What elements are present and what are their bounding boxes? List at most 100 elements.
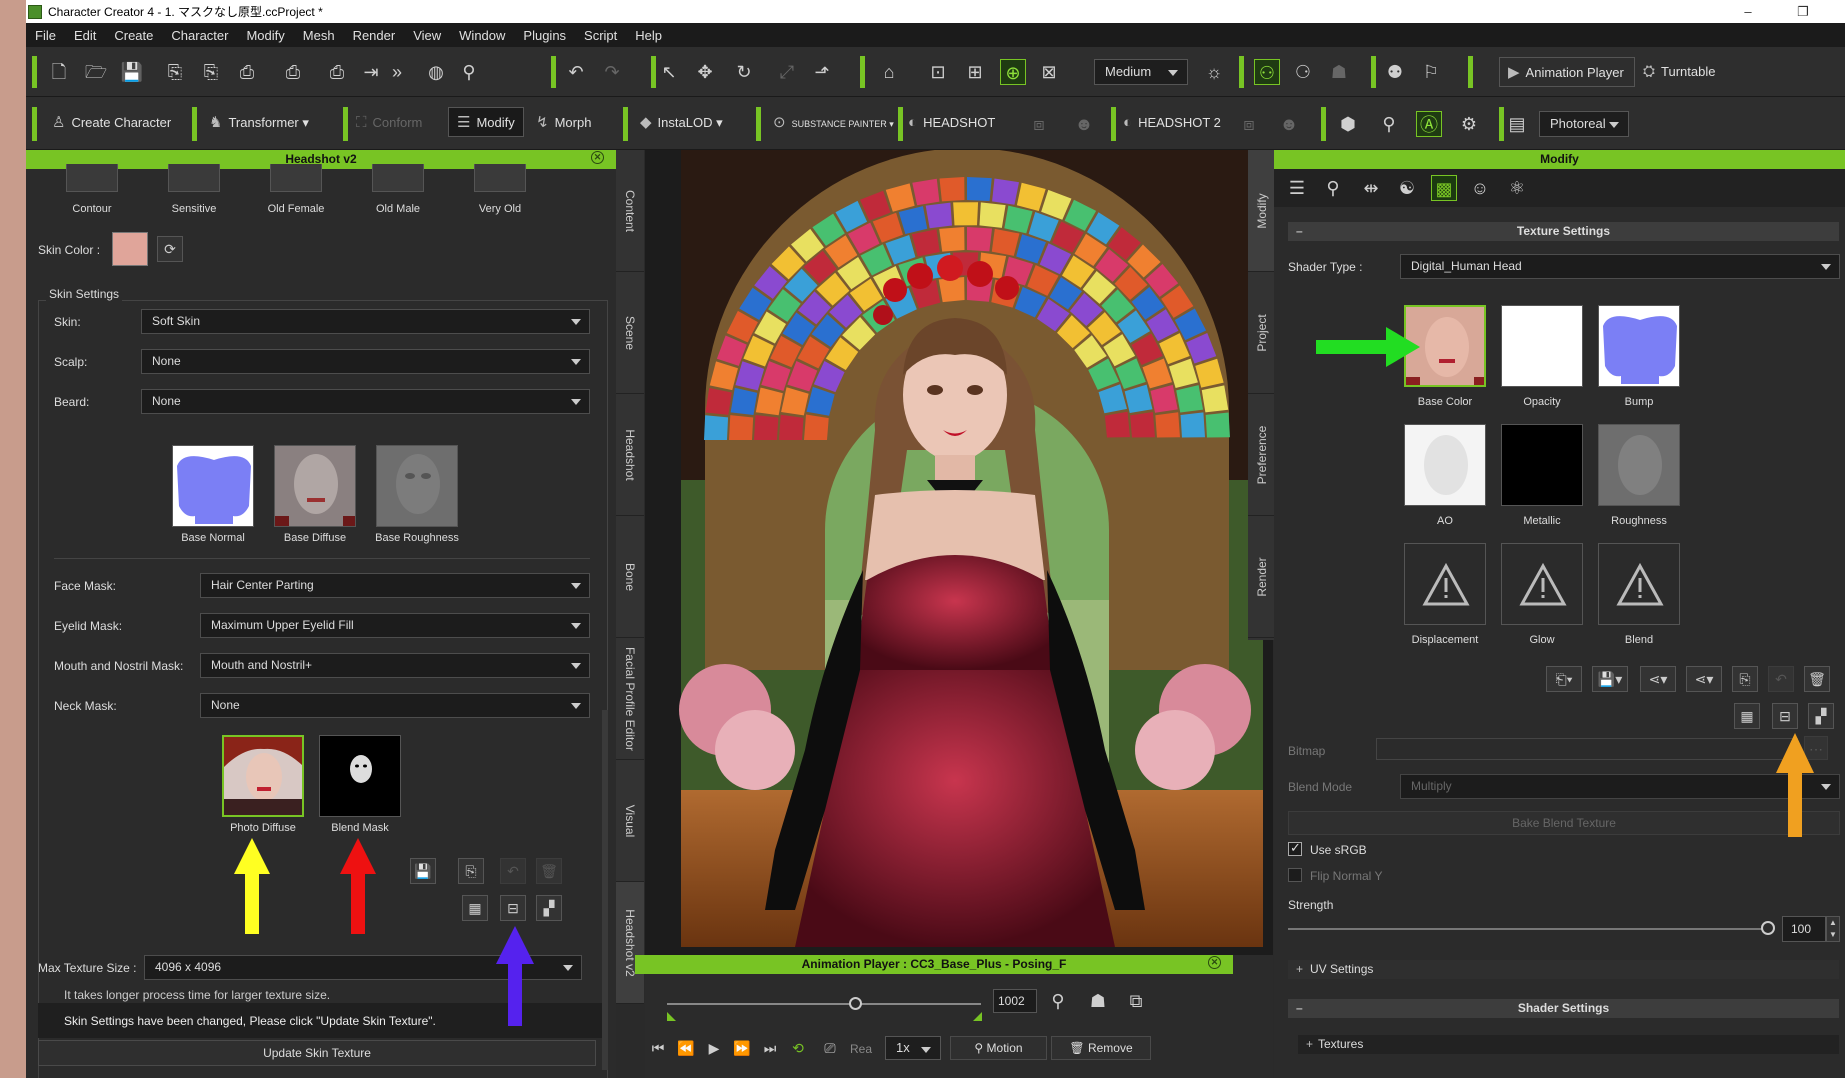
preset-0-thumb[interactable]: [66, 164, 118, 192]
shader-type-dropdown[interactable]: Digital_Human Head: [1400, 254, 1840, 279]
blend-texture-slot[interactable]: [1598, 543, 1680, 625]
headshot2-tool-icon[interactable]: ⧈: [1236, 111, 1262, 137]
realtime-label[interactable]: Rea: [850, 1042, 872, 1056]
preset-4-thumb[interactable]: [474, 164, 526, 192]
reset-color-icon[interactable]: ⟳: [157, 236, 183, 262]
window-icon[interactable]: ⧉: [1123, 988, 1149, 1014]
render-mode-select[interactable]: Photoreal: [1539, 111, 1629, 137]
menu-modify[interactable]: Modify: [237, 28, 293, 43]
strength-spinner[interactable]: ▲ ▼: [1826, 916, 1840, 942]
atom-icon[interactable]: ⚛: [1504, 175, 1530, 201]
beard-dropdown[interactable]: None: [141, 389, 590, 414]
import-icon[interactable]: ⎘: [162, 59, 188, 85]
obj-export-icon[interactable]: ⎙: [234, 59, 260, 85]
frame-icon[interactable]: ⊞: [962, 59, 988, 85]
copy-icon[interactable]: ⎘: [458, 858, 484, 884]
photo-diffuse-thumb[interactable]: [222, 735, 304, 817]
update-skin-texture-button[interactable]: Update Skin Texture: [38, 1040, 596, 1066]
rotate-icon[interactable]: ↻: [731, 59, 757, 85]
preset-2-thumb[interactable]: [270, 164, 322, 192]
preset-1-thumb[interactable]: [168, 164, 220, 192]
create-character-button[interactable]: ♙ Create Character: [52, 108, 171, 138]
flip-normal-checkbox[interactable]: [1288, 868, 1302, 882]
conform-button[interactable]: ⛶ Conform: [356, 108, 422, 138]
physics-icon[interactable]: ☯: [1394, 175, 1420, 201]
menu-mesh[interactable]: Mesh: [294, 28, 344, 43]
bone-icon[interactable]: ⚇: [1254, 59, 1280, 85]
inspect-icon[interactable]: ⚲: [1376, 111, 1402, 137]
headshot-button[interactable]: ◐ HEADSHOT: [908, 108, 995, 138]
face-icon[interactable]: ☺: [1467, 175, 1493, 201]
redo-icon[interactable]: ↷: [599, 59, 625, 85]
motion-button[interactable]: ⚲ Motion: [950, 1036, 1047, 1060]
transformer-button[interactable]: ♞ Transformer ▾: [209, 108, 309, 138]
speed-select[interactable]: 1x: [885, 1036, 941, 1060]
menu-edit[interactable]: Edit: [65, 28, 105, 43]
more-icon[interactable]: »: [384, 59, 410, 85]
frame-input[interactable]: 1002: [993, 989, 1037, 1013]
neck-mask-dropdown[interactable]: None: [200, 693, 590, 718]
head2-icon[interactable]: ☻: [1276, 111, 1302, 137]
strength-slider[interactable]: [1288, 928, 1768, 930]
menu-render[interactable]: Render: [344, 28, 405, 43]
use-srgb-checkbox[interactable]: [1288, 840, 1302, 856]
camera-view-icon[interactable]: ⊕: [1000, 59, 1026, 85]
figure-icon[interactable]: ⚲: [456, 59, 482, 85]
play-icon[interactable]: ▶: [701, 1035, 727, 1061]
modify-button[interactable]: ☰ Modify: [448, 107, 524, 137]
menu-character[interactable]: Character: [162, 28, 237, 43]
home-icon[interactable]: ⌂: [876, 59, 902, 85]
metallic-texture-slot[interactable]: [1501, 424, 1583, 506]
headshot2-button[interactable]: ◐ HEADSHOT 2: [1123, 108, 1221, 138]
textures-section-bar[interactable]: + Textures: [1298, 1035, 1839, 1054]
viewport[interactable]: [645, 150, 1273, 955]
fbx-export-icon[interactable]: ⎙: [280, 59, 306, 85]
camera-sync-icon[interactable]: ☗: [1085, 988, 1111, 1014]
face-mask-dropdown[interactable]: Hair Center Parting: [200, 573, 590, 598]
copy-icon[interactable]: ⎘: [1732, 666, 1758, 692]
skip-start-icon[interactable]: ⏮: [645, 1035, 671, 1061]
eyelid-mask-dropdown[interactable]: Maximum Upper Eyelid Fill: [200, 613, 590, 638]
menu-plugins[interactable]: Plugins: [514, 28, 575, 43]
flag-icon[interactable]: ⚐: [1418, 59, 1444, 85]
undo-icon[interactable]: ↶: [563, 59, 589, 85]
fit-icon[interactable]: ⊡: [925, 59, 951, 85]
motion-modify-icon[interactable]: ⚲: [1320, 175, 1346, 201]
mouth-mask-dropdown[interactable]: Mouth and Nostril+: [200, 653, 590, 678]
skip-end-icon[interactable]: ⏭: [757, 1035, 783, 1061]
displacement-texture-slot[interactable]: [1404, 543, 1486, 625]
minimize-button[interactable]: –: [1728, 0, 1768, 23]
right-tab-2[interactable]: Preference: [1248, 394, 1276, 516]
grid-icon[interactable]: ▦: [1734, 703, 1760, 729]
viewport-icon[interactable]: ⊠: [1036, 59, 1062, 85]
menu-help[interactable]: Help: [626, 28, 671, 43]
morph-modify-icon[interactable]: ⇹: [1358, 175, 1384, 201]
open-folder-icon[interactable]: 🗁: [83, 59, 109, 85]
apply-icon[interactable]: ⊟: [1772, 703, 1798, 729]
checker-icon[interactable]: ▞: [536, 895, 562, 921]
preset-3-thumb[interactable]: [372, 164, 424, 192]
render-settings-icon[interactable]: ▤: [1504, 111, 1530, 137]
delete-icon[interactable]: 🗑: [1804, 666, 1830, 692]
spring-icon[interactable]: ⚆: [1290, 59, 1316, 85]
right-tab-1[interactable]: Project: [1248, 272, 1276, 394]
side-tab-4[interactable]: Facial Profile Editor: [616, 638, 644, 760]
blend-mask-thumb[interactable]: [319, 735, 401, 817]
remove-button[interactable]: 🗑 Remove: [1051, 1036, 1151, 1060]
loop-icon[interactable]: ⟲: [785, 1035, 811, 1061]
side-tab-6[interactable]: Headshot v2: [616, 882, 644, 1004]
side-tab-3[interactable]: Bone: [616, 516, 644, 638]
timeline-handle[interactable]: [849, 997, 863, 1010]
scalp-dropdown[interactable]: None: [141, 349, 590, 374]
menu-file[interactable]: File: [26, 28, 65, 43]
texture-settings-bar[interactable]: – Texture Settings: [1288, 222, 1839, 241]
apply-icon[interactable]: ⊟: [500, 895, 526, 921]
prev-frame-icon[interactable]: ⏪: [673, 1035, 699, 1061]
strength-input[interactable]: 100: [1782, 916, 1826, 942]
pose-walk-icon[interactable]: ⚲: [1045, 988, 1071, 1014]
instalod-button[interactable]: ◆ InstaLOD ▾: [640, 108, 723, 138]
menu-create[interactable]: Create: [105, 28, 162, 43]
save-icon[interactable]: 💾: [119, 59, 145, 85]
delete-icon[interactable]: 🗑: [536, 858, 562, 884]
send-icon[interactable]: ⇥: [358, 59, 384, 85]
